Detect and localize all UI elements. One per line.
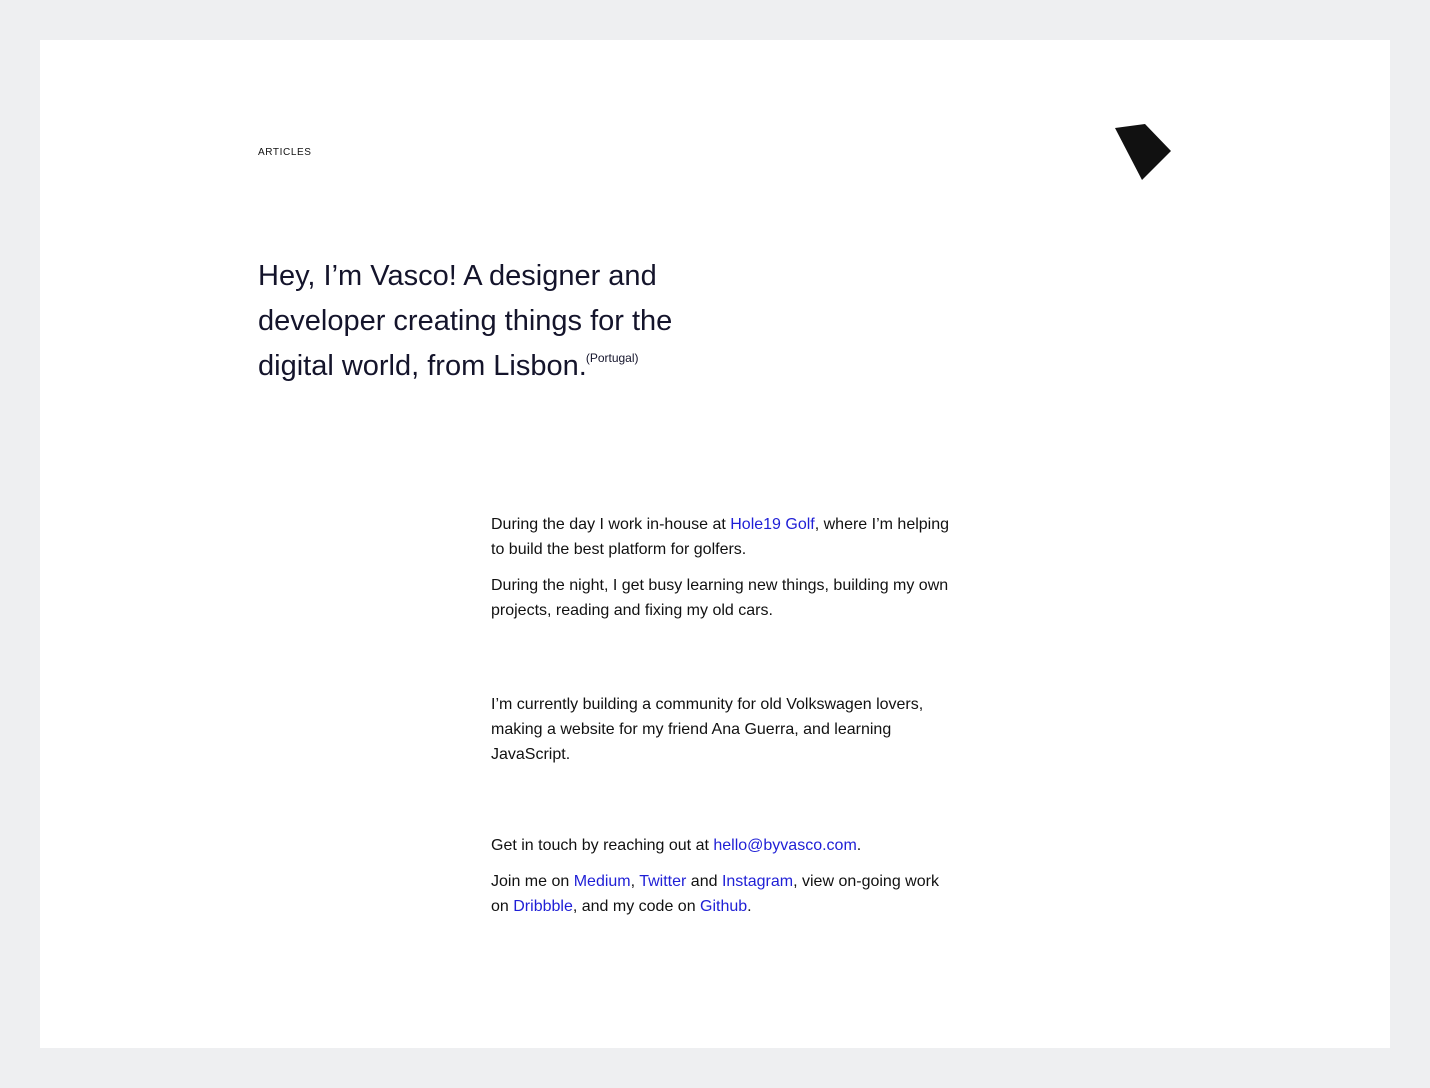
social-text: .: [747, 898, 752, 915]
contact-section: Get in touch by reaching out at hello@by…: [491, 833, 951, 930]
medium-link[interactable]: Medium: [574, 873, 631, 890]
hero-heading: Hey, I’m Vasco! A designer and developer…: [258, 254, 738, 394]
social-paragraph: Join me on Medium, Twitter and Instagram…: [491, 869, 951, 919]
work-paragraph-day: During the day I work in-house at Hole19…: [491, 512, 951, 562]
social-text: and: [686, 873, 722, 890]
social-text: , and my code on: [572, 898, 701, 915]
work-paragraph-night: During the night, I get busy learning ne…: [491, 577, 949, 619]
contact-text: Get in touch by reaching out at: [491, 837, 714, 854]
dribbble-link[interactable]: Dribbble: [513, 898, 573, 915]
hole19-golf-link[interactable]: Hole19 Golf: [730, 516, 815, 533]
contact-text: .: [856, 837, 862, 854]
twitter-link[interactable]: Twitter: [639, 873, 686, 890]
github-link[interactable]: Github: [700, 898, 747, 915]
social-text: Join me on: [491, 873, 574, 890]
instagram-link[interactable]: Instagram: [722, 873, 793, 890]
work-text: During the day I work in-house at: [491, 516, 731, 533]
nav-articles-link[interactable]: ARTICLES: [258, 147, 312, 158]
page-card: ARTICLES Hey, I’m Vasco! A designer and …: [40, 40, 1390, 1048]
hero-superscript: (Portugal): [585, 351, 639, 365]
contact-email-paragraph: Get in touch by reaching out at hello@by…: [491, 833, 951, 858]
current-projects-paragraph: I’m currently building a community for o…: [491, 696, 924, 763]
email-link[interactable]: hello@byvasco.com: [713, 837, 856, 854]
logo-shape: [1115, 124, 1171, 180]
social-text: ,: [630, 873, 640, 890]
work-section: During the day I work in-house at Hole19…: [491, 512, 951, 634]
arrow-cursor-logo-icon[interactable]: [1112, 122, 1174, 184]
current-projects-section: I’m currently building a community for o…: [491, 692, 951, 778]
